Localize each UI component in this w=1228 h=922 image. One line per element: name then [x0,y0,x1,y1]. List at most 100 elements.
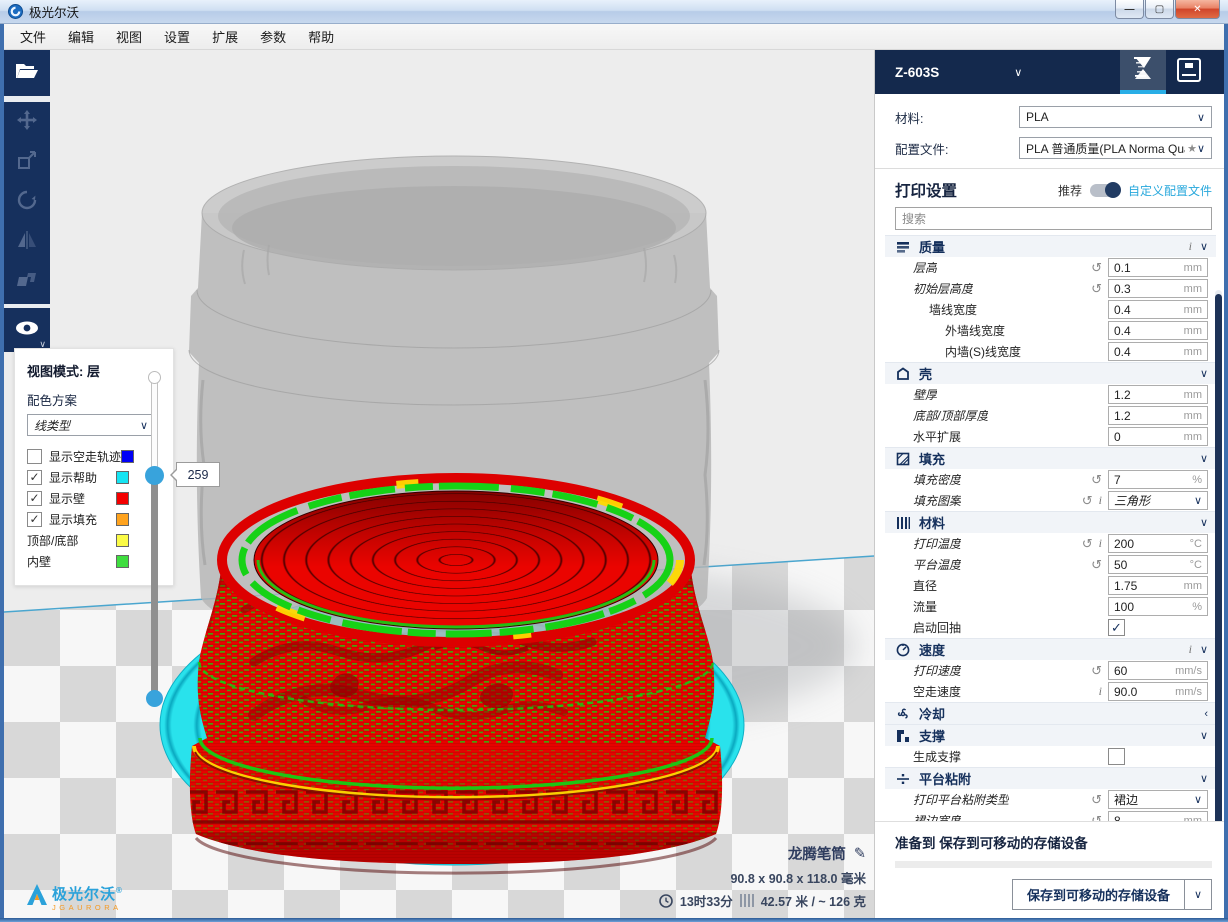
category-shell[interactable]: 壳∨ [885,362,1216,384]
custom-profile-link[interactable]: 自定义配置文件 [1128,182,1212,199]
setting-value-input[interactable]: 60mm/s [1108,661,1208,680]
setting-value-input[interactable]: 0.4mm [1108,321,1208,340]
setting-value-input[interactable]: 0.4mm [1108,342,1208,361]
setting-value-input[interactable]: 7% [1108,470,1208,489]
minimize-button[interactable]: — [1115,0,1144,19]
setting-value-select[interactable]: 裙边∨ [1108,790,1208,809]
duplicate-tool-button[interactable] [4,262,50,302]
job-info: 龙腾笔筒 ✎ 90.8 x 90.8 x 118.0 毫米 13时33分 42.… [659,843,866,910]
open-file-button[interactable] [4,50,50,96]
3d-viewport[interactable]: ∨ 视图模式: 层 配色方案 线类型 ∨ 显示空走轨迹✓显示帮助✓显示壁✓显示填… [4,50,874,918]
setting-value: 1.75 [1114,579,1137,593]
sliced-model[interactable] [184,478,729,873]
recommended-custom-toggle[interactable] [1090,184,1120,197]
info-icon[interactable]: i [1189,239,1192,254]
setting-row: 水平扩展0mm [885,426,1216,447]
setting-label: 启动回抽 [885,619,961,636]
edit-name-icon[interactable]: ✎ [854,846,866,862]
setting-value-input[interactable]: 90.0mm/s [1108,682,1208,701]
layer-slider-current-handle[interactable] [145,466,164,485]
setting-row: 底部/顶部厚度1.2mm [885,405,1216,426]
tab-monitor-view[interactable] [1166,50,1212,94]
menu-item-view[interactable]: 视图 [105,24,153,49]
info-icon[interactable]: i [1099,493,1102,508]
setting-label: 填充密度 [885,471,961,488]
setting-label: 墙线宽度 [885,301,977,318]
category-speed[interactable]: 速度i∨ [885,638,1216,660]
layer-slider-track-lower[interactable] [151,475,158,706]
category-infill[interactable]: 填充∨ [885,447,1216,469]
close-button[interactable]: ✕ [1175,0,1220,19]
info-icon[interactable]: i [1099,684,1102,699]
category-label: 平台粘附 [919,769,971,788]
menu-item-help[interactable]: 帮助 [297,24,345,49]
view-mode-button[interactable]: ∨ [4,308,50,352]
setting-value-input[interactable]: 1.75mm [1108,576,1208,595]
profile-select[interactable]: PLA 普通质量(PLA Norma Qua ★ ∨ [1019,137,1212,159]
reset-icon[interactable]: ↺ [1091,260,1102,276]
reset-icon[interactable]: ↺ [1091,557,1102,573]
reset-icon[interactable]: ↺ [1091,281,1102,297]
setting-value-input[interactable]: 1.2mm [1108,385,1208,404]
view-option-checkbox[interactable]: ✓ [27,470,42,485]
setting-checkbox[interactable] [1108,748,1125,765]
setting-value-select[interactable]: 三角形∨ [1108,491,1208,510]
printer-name[interactable]: Z-603S [875,65,939,80]
view-option-label: 显示壁 [49,490,85,507]
info-icon[interactable]: i [1099,536,1102,551]
view-option-checkbox[interactable]: ✓ [27,491,42,506]
view-option-label: 显示空走轨迹 [49,448,121,465]
save-to-removable-button[interactable]: 保存到可移动的存储设备 [1013,880,1184,909]
menu-item-extensions[interactable]: 扩展 [201,24,249,49]
setting-value-input[interactable]: 0.4mm [1108,300,1208,319]
tab-slice-view[interactable] [1120,50,1166,94]
info-icon[interactable]: i [1189,642,1192,657]
reset-icon[interactable]: ↺ [1091,792,1102,808]
layer-slider-top-handle[interactable] [148,371,161,384]
menu-item-edit[interactable]: 编辑 [57,24,105,49]
setting-value-input[interactable]: 200°C [1108,534,1208,553]
reset-icon[interactable]: ↺ [1091,472,1102,488]
setting-label: 打印温度 [885,535,961,552]
setting-checkbox[interactable]: ✓ [1108,619,1125,636]
color-scheme-select[interactable]: 线类型 ∨ [27,414,155,436]
setting-row: 填充密度 ↺ 7% [885,469,1216,490]
reset-icon[interactable]: ↺ [1082,493,1093,509]
setting-value-input[interactable]: 0.1mm [1108,258,1208,277]
category-material[interactable]: 材料∨ [885,511,1216,533]
chevron-down-icon[interactable]: ∨ [1014,66,1022,79]
setting-row: 壁厚1.2mm [885,384,1216,405]
category-support[interactable]: 支撑∨ [885,724,1216,746]
setting-value-input[interactable]: 100% [1108,597,1208,616]
settings-search-input[interactable] [895,207,1212,230]
category-cooling[interactable]: 冷却‹ [885,702,1216,724]
view-option-checkbox[interactable] [27,449,42,464]
category-layers[interactable]: 质量i∨ [885,235,1216,257]
menu-item-settings[interactable]: 设置 [153,24,201,49]
rotate-tool-button[interactable] [4,182,50,222]
reset-icon[interactable]: ↺ [1091,663,1102,679]
view-option-checkbox[interactable]: ✓ [27,512,42,527]
menu-item-file[interactable]: 文件 [9,24,57,49]
setting-unit: mm [1184,431,1202,443]
move-tool-button[interactable] [4,102,50,142]
scale-tool-button[interactable] [4,142,50,182]
material-select[interactable]: PLA ∨ [1019,106,1212,128]
scrollbar-thumb[interactable] [1215,294,1222,874]
save-options-chevron[interactable]: ∨ [1184,880,1211,909]
layer-slider-track[interactable] [151,372,158,475]
setting-value-input[interactable]: 0mm [1108,427,1208,446]
setting-value: 0.1 [1114,261,1131,275]
recommended-label: 推荐 [1058,182,1082,199]
reset-icon[interactable]: ↺ [1082,536,1093,552]
eye-icon [14,320,40,341]
layer-slider-bottom-handle[interactable] [146,690,163,707]
category-adhesion[interactable]: 平台粘附∨ [885,767,1216,789]
maximize-button[interactable]: ▢ [1145,0,1174,19]
mirror-tool-button[interactable] [4,222,50,262]
setting-value-input[interactable]: 0.3mm [1108,279,1208,298]
settings-scrollbar[interactable] [1215,290,1222,885]
setting-value-input[interactable]: 1.2mm [1108,406,1208,425]
setting-value-input[interactable]: 50°C [1108,555,1208,574]
menu-item-parameters[interactable]: 参数 [249,24,297,49]
